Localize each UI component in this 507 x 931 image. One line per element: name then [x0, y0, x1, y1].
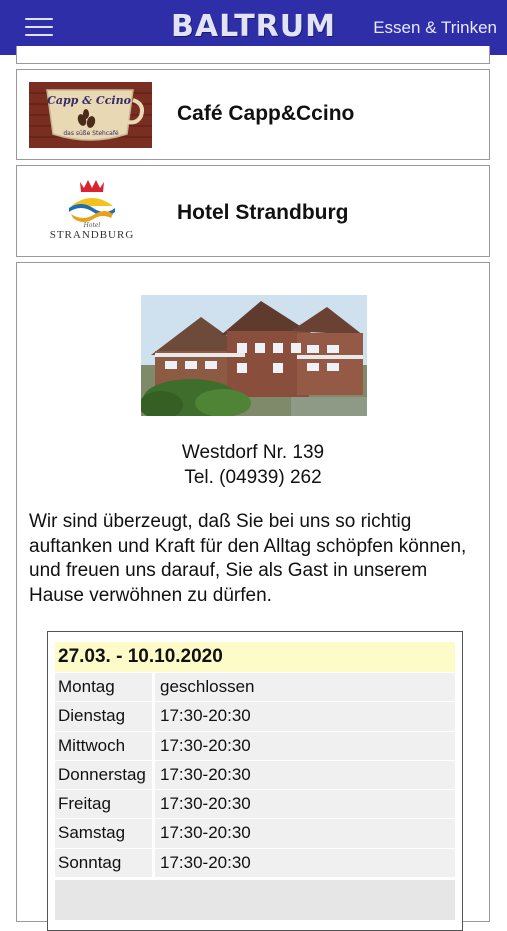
table-row: Montag geschlossen	[55, 672, 455, 702]
svg-text:STRANDBURG: STRANDBURG	[50, 229, 135, 241]
hours-footer	[55, 880, 455, 920]
list-item-previous[interactable]	[16, 46, 490, 64]
day-cell: Freitag	[55, 789, 152, 819]
time-cell: 17:30-20:30	[152, 847, 455, 878]
address-line: Westdorf Nr. 139	[181, 442, 325, 463]
day-cell: Donnerstag	[55, 759, 152, 790]
day-cell: Samstag	[55, 818, 152, 848]
cafe-title: Café Capp&Ccino	[177, 102, 355, 125]
table-row: Mittwoch 17:30-20:30	[55, 730, 455, 760]
svg-text:das süße Stehcafé: das süße Stehcafé	[63, 130, 119, 137]
hotel-title: Hotel Strandburg	[177, 201, 349, 224]
table-row: Samstag 17:30-20:30	[55, 818, 455, 848]
phone-line: Tel. (04939) 262	[184, 467, 322, 488]
hotel-detail-card: Westdorf Nr. 139 Tel. (04939) 262 Wir si…	[16, 262, 490, 931]
day-cell: Sonntag	[55, 847, 152, 878]
hotel-strandburg-logo: Hotel STRANDBURG	[50, 180, 135, 241]
list-item-hotel-strandburg[interactable]: Hotel STRANDBURG Hotel Strandburg	[16, 165, 490, 257]
svg-text:Hotel: Hotel	[83, 222, 101, 229]
cafe-cappccino-logo: Capp & Ccino das süße Stehcafé	[29, 82, 152, 148]
time-cell: 17:30-20:30	[152, 701, 455, 731]
time-cell: 17:30-20:30	[152, 818, 455, 848]
section-link-essen-trinken[interactable]: Essen & Trinken	[373, 18, 497, 38]
list-item-cafe-cappccino[interactable]: Capp & Ccino das süße Stehcafé Café Capp…	[16, 69, 490, 160]
day-cell: Dienstag	[55, 701, 152, 731]
opening-hours-table: 27.03. - 10.10.2020 Montag geschlossen D…	[47, 631, 463, 931]
time-cell: 17:30-20:30	[152, 759, 455, 790]
hotel-photo	[141, 295, 367, 416]
table-row: Dienstag 17:30-20:30	[55, 701, 455, 731]
table-row: Freitag 17:30-20:30	[55, 789, 455, 819]
day-cell: Mittwoch	[55, 730, 152, 760]
hours-period: 27.03. - 10.10.2020	[55, 642, 455, 672]
svg-text:Capp & Ccino: Capp & Ccino	[47, 94, 131, 107]
hotel-description: Wir sind überzeugt, daß Sie bei uns so r…	[29, 511, 467, 606]
table-row: Donnerstag 17:30-20:30	[55, 759, 455, 790]
day-cell: Montag	[55, 672, 152, 702]
time-cell: 17:30-20:30	[152, 730, 455, 760]
time-cell: geschlossen	[152, 672, 455, 702]
table-row: Sonntag 17:30-20:30	[55, 847, 455, 878]
time-cell: 17:30-20:30	[152, 789, 455, 819]
